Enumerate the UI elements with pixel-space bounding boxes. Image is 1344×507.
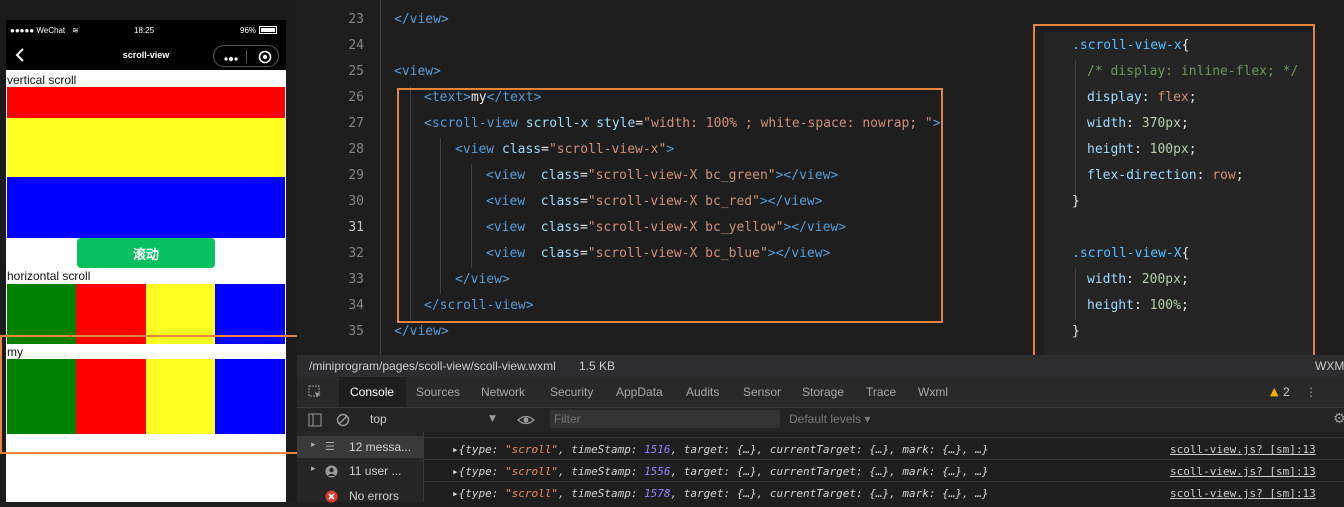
capsule-divider (246, 50, 247, 63)
vertical-block-blue (7, 177, 285, 238)
battery-icon (259, 26, 277, 34)
sidebar-item-label: No errors (349, 489, 400, 503)
warning-count[interactable]: 2 (1283, 385, 1290, 399)
line-number: 29 (348, 168, 364, 183)
phone-nav-bar: scroll-view (6, 42, 286, 70)
vertical-scroll-label: vertical scroll (7, 73, 77, 87)
file-status-bar: /miniprogram/pages/scoll-view/scoll-view… (297, 355, 1344, 377)
line-number: 34 (348, 298, 364, 313)
inspect-icon[interactable] (307, 384, 323, 400)
line-number: 28 (348, 142, 364, 157)
line-number: 33 (348, 272, 364, 287)
eye-icon[interactable] (517, 412, 535, 428)
line-number: 23 (348, 12, 364, 27)
file-size: 1.5 KB (579, 359, 616, 373)
message-source-link[interactable]: scoll-view.js? [sm]:13 (1170, 443, 1316, 456)
carrier-text: ●●●●● WeChat (10, 26, 66, 35)
vertical-block-yellow (7, 118, 285, 177)
filter-input[interactable] (550, 410, 780, 428)
console-message[interactable]: ▸{type: "scroll", timeStamp: 1578, targe… (452, 487, 988, 500)
line-number-current: 31 (348, 220, 364, 235)
line-number: 32 (348, 246, 364, 261)
warning-icon[interactable]: ▲ (1270, 385, 1278, 398)
row-divider (423, 437, 1344, 438)
capsule-menu (213, 45, 279, 67)
console-toolbar: top ▼ Default levels ▾ ⚙ (297, 408, 1344, 433)
line-number: 27 (348, 116, 364, 131)
error-icon (325, 488, 338, 503)
context-select[interactable]: top (370, 412, 387, 426)
highlight-box-phone (0, 335, 319, 454)
phone-status-bar: ●●●●● WeChat ≋ 18:25 96% (6, 20, 286, 42)
sidebar-item-messages[interactable]: ▸ ☰ 12 messa... (297, 436, 423, 458)
sidebar-item-user[interactable]: ▸ 11 user ... (297, 460, 423, 482)
tab-sources[interactable]: Sources (416, 385, 460, 399)
line-number: 25 (348, 64, 364, 79)
user-icon (325, 463, 338, 478)
sidebar-item-label: 12 messa... (349, 440, 412, 454)
indent-guide (380, 0, 381, 355)
target-circle-icon[interactable] (258, 49, 272, 64)
console-message[interactable]: ▸{type: "scroll", timeStamp: 1556, targe… (452, 465, 988, 478)
list-icon: ☰ (325, 440, 335, 453)
wifi-icon: ≋ (72, 26, 79, 35)
sidebar-item-label: 11 user ... (349, 464, 402, 478)
file-path: /miniprogram/pages/scoll-view/scoll-view… (309, 359, 556, 373)
code-line-25[interactable]: <view> (394, 64, 441, 79)
status-time: 18:25 (134, 26, 155, 35)
battery-text: 96% (240, 26, 257, 35)
sidebar-item-errors[interactable]: No errors (297, 484, 423, 506)
default-levels-select[interactable]: Default levels ▾ (789, 412, 870, 426)
context-dropdown-icon[interactable]: ▼ (489, 414, 496, 424)
line-number: 26 (348, 90, 364, 105)
code-line-35[interactable]: </view> (394, 324, 449, 339)
console-sidebar: ▸ ☰ 12 messa... ▸ 11 user ... No errors (297, 432, 424, 503)
line-number: 30 (348, 194, 364, 209)
code-line-23[interactable]: </view> (394, 12, 449, 27)
row-divider (423, 459, 1344, 460)
console-message[interactable]: ▸{type: "scroll", timeStamp: 1516, targe… (452, 443, 988, 456)
scroll-button[interactable]: 滚动 (77, 238, 215, 268)
tab-sensor[interactable]: Sensor (743, 385, 781, 399)
sidebar-toggle-icon[interactable] (307, 412, 323, 428)
file-language[interactable]: WXML (1315, 359, 1344, 373)
more-vertical-icon[interactable]: ⋮ (1305, 385, 1317, 399)
expand-arrow-icon: ▸ (311, 464, 316, 474)
expand-arrow-icon: ▸ (311, 440, 316, 450)
more-dots-icon[interactable] (223, 50, 239, 62)
horizontal-scroll-label: horizontal scroll (7, 269, 91, 283)
tab-network[interactable]: Network (481, 385, 525, 399)
clear-console-icon[interactable] (335, 412, 351, 428)
message-source-link[interactable]: scoll-view.js? [sm]:13 (1170, 465, 1316, 478)
tab-storage[interactable]: Storage (802, 385, 844, 399)
tab-appdata[interactable]: AppData (616, 385, 663, 399)
line-number: 35 (348, 324, 364, 339)
tab-wxml[interactable]: Wxml (918, 385, 948, 399)
message-source-link[interactable]: scoll-view.js? [sm]:13 (1170, 487, 1316, 500)
tab-trace[interactable]: Trace (866, 385, 896, 399)
highlight-box-css (1033, 24, 1315, 373)
row-divider (423, 481, 1344, 482)
tab-security[interactable]: Security (550, 385, 593, 399)
highlight-box-code (397, 88, 943, 323)
devtools-tab-bar: Console Sources Network Security AppData… (297, 377, 1344, 408)
vertical-block-red (7, 87, 285, 118)
gear-icon[interactable]: ⚙ (1333, 411, 1344, 427)
line-number: 24 (348, 38, 364, 53)
tab-audits[interactable]: Audits (686, 385, 719, 399)
tab-console[interactable]: Console (339, 377, 406, 407)
